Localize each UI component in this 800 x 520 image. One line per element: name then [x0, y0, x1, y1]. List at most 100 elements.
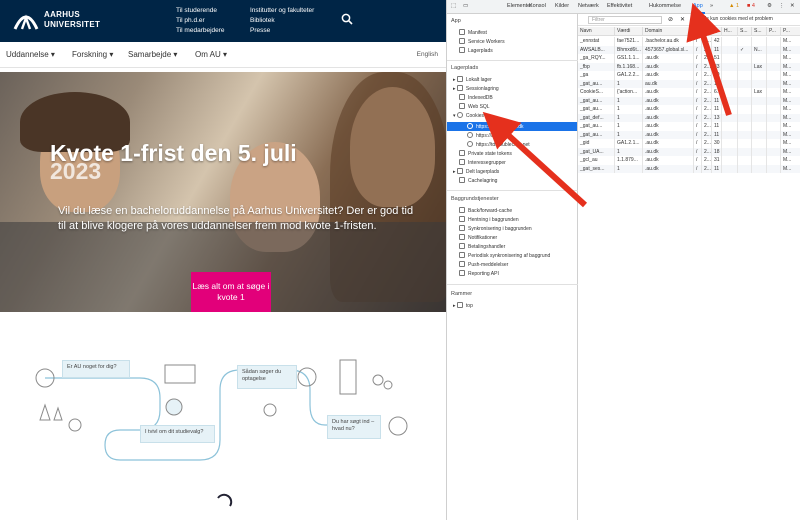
column-header[interactable]: H... [722, 27, 738, 36]
column-header[interactable]: P... [767, 27, 781, 36]
flow-box[interactable]: I tvivl om dit studievalg? [140, 425, 215, 443]
column-header[interactable]: S... [752, 27, 767, 36]
sidebar-item-notifications[interactable]: Notifikationer [459, 234, 497, 242]
sidebar-item-periodic-sync[interactable]: Periodisk synkronisering af baggrund [459, 252, 550, 260]
sidebar-item-lokalt-lager[interactable]: ▸ Lokalt lager [453, 76, 492, 84]
sidebar-item-label: Private state tokens [468, 151, 512, 157]
sidebar-item-reporting-api[interactable]: Reporting API [459, 270, 499, 278]
sidebar-item-delt-lagerplads[interactable]: ▸ Delt lagerplads [453, 168, 499, 176]
table-cell [752, 139, 767, 148]
table-cell [738, 139, 752, 148]
inspect-icon[interactable]: ⬚ [451, 3, 456, 9]
header-link[interactable]: Institutter og fakulteter [250, 6, 314, 16]
search-icon[interactable] [341, 13, 353, 25]
flow-box[interactable]: Sådan søger du optagelse [237, 365, 297, 389]
column-header[interactable]: S... [738, 27, 752, 36]
table-row[interactable]: _gat_UA... 1 .au.dk/2... 18 M... [578, 147, 800, 156]
sidebar-item-label: Sessionlagring [465, 86, 499, 92]
table-cell: .au.dk [643, 139, 694, 148]
sidebar-item-private-state-tokens[interactable]: Private state tokens [459, 150, 512, 158]
table-row[interactable]: CookieS... {'action... .au.dk/2... 6... Lax M… [578, 88, 800, 97]
sidebar-item-interessegrupper[interactable]: Interessegrupper [459, 159, 506, 167]
sidebar-item-bfcache[interactable]: Back/forward-cache [459, 207, 512, 215]
table-row[interactable]: _gat_au... 1 .au.dk/2... 11 M... [578, 122, 800, 131]
header-link[interactable]: Til ph.d.er [176, 16, 225, 26]
nav-om-au[interactable]: Om AU ▾ [195, 50, 227, 59]
cookie-origin-au[interactable]: https://au.dk [467, 132, 503, 140]
column-header[interactable]: E... [702, 27, 712, 36]
header-link[interactable]: Til studerende [176, 6, 225, 16]
au-wordmark[interactable]: AARHUS UNIVERSITET [44, 10, 100, 30]
sidebar-item-websql[interactable]: Web SQL [459, 103, 490, 111]
sidebar-item-push-messages[interactable]: Push-meddelelser [459, 261, 508, 269]
table-row[interactable]: _fbp fb.1.168... .au.dk/2... 33 Lax M... [578, 62, 800, 71]
sidebar-item-cachelagring[interactable]: Cachelagring [459, 177, 497, 185]
table-row[interactable]: _gat_au... 1 .au.dk/2... 11 M... [578, 130, 800, 139]
header-link[interactable]: Presse [250, 26, 314, 36]
table-row[interactable]: _gat_au... 1 .au.dk/2... 11 M... [578, 105, 800, 114]
table-cell: N... [752, 45, 767, 54]
sidebar-item-service-workers[interactable]: Service Workers [459, 38, 505, 46]
close-icon[interactable]: ✕ [790, 3, 795, 9]
column-header[interactable]: S... [712, 27, 722, 36]
table-cell: 11 [712, 45, 722, 54]
column-header[interactable]: P... [781, 27, 800, 36]
table-cell: / [694, 164, 702, 173]
cookie-origin-doubleclick[interactable]: https://td.doubleclick.net [467, 141, 530, 149]
nav-forskning[interactable]: Forskning ▾ [72, 50, 113, 59]
filter-input[interactable]: Filtrer [588, 16, 662, 24]
only-problem-cookies-checkbox[interactable] [694, 17, 700, 23]
sidebar-item-payment-handler[interactable]: Betalingshandler [459, 243, 505, 251]
table-row[interactable]: _gat_au... 1 .au.dk/2... 11 M... [578, 96, 800, 105]
tab-hukommelse[interactable]: Hukommelse [649, 3, 681, 9]
table-cell [738, 54, 752, 63]
table-row[interactable]: _gat_ses... 1 .au.dk/2... 11 M... [578, 164, 800, 173]
cookie-origin-bachelor[interactable]: https://bachelor.au.dk [467, 122, 524, 131]
sidebar-item-indexeddb[interactable]: IndexedDB [459, 94, 493, 102]
flow-box[interactable]: Du har søgt ind – hvad nu? [327, 415, 381, 439]
tab-app[interactable]: App [691, 3, 705, 14]
table-row[interactable]: _gcl_au 1.1.879... .au.dk/2... 31 M... [578, 156, 800, 165]
sidebar-item-label: Hentning i baggrunden [468, 217, 519, 223]
column-header[interactable]: P [694, 27, 702, 36]
tab-effektivitet[interactable]: Effektivitet [607, 3, 632, 9]
table-cell [767, 37, 781, 46]
table-row[interactable]: _gat_au... 1 au.dk/2... 11 M... [578, 79, 800, 88]
column-header[interactable]: Domain [643, 27, 694, 36]
column-header[interactable]: Værdi [615, 27, 643, 36]
warning-icon[interactable]: ▲ 1 [729, 3, 739, 9]
hero-cta-button[interactable]: Læs alt om at søge i kvote 1 [191, 272, 271, 312]
nav-uddannelse[interactable]: Uddannelse ▾ [6, 50, 55, 59]
more-tabs-icon[interactable]: » [710, 3, 713, 9]
error-icon[interactable]: ■ 4 [747, 3, 755, 9]
au-logo-icon[interactable] [12, 9, 40, 33]
table-row[interactable]: _gid GA1.2.1... .au.dk/2... 30 M... [578, 139, 800, 148]
tab-netvaerk[interactable]: Netværk [578, 3, 599, 9]
clear-all-icon[interactable]: ⊘ [668, 16, 673, 23]
sidebar-item-background-fetch[interactable]: Hentning i baggrunden [459, 216, 519, 224]
menu-dots-icon[interactable]: ⋮ [779, 3, 785, 9]
sidebar-item-sessionlagring[interactable]: ▸ Sessionlagring [453, 85, 499, 93]
flow-box[interactable]: Er AU noget for dig? [62, 360, 130, 378]
table-row[interactable]: _ga GA1.2.2... .au.dk/2... 29 M... [578, 71, 800, 80]
delete-selected-icon[interactable]: ✕ [680, 16, 685, 23]
sidebar-item-frame-top[interactable]: ▸ top [453, 302, 473, 310]
table-row[interactable]: _ga_RQY... GS1.1.1... .au.dk/2... 51 M... [578, 54, 800, 63]
table-row[interactable]: AWSALB... Bhmxd6t... 4573657.global.sl... /… [578, 45, 800, 54]
device-toggle-icon[interactable]: ▭ [463, 3, 468, 9]
table-row[interactable]: _ennstat fae7521... .bachelor.au.dk/2... 42… [578, 37, 800, 46]
header-link[interactable]: Bibliotek [250, 16, 314, 26]
settings-icon[interactable]: ⚙ [767, 3, 772, 9]
column-header[interactable]: Navn [578, 27, 615, 36]
sidebar-item-label: Lokalt lager [465, 77, 492, 83]
sidebar-item-cookies[interactable]: ▾ Cookies [453, 112, 484, 120]
header-link[interactable]: Til medarbejdere [176, 26, 225, 36]
nav-samarbejde[interactable]: Samarbejde ▾ [128, 50, 177, 59]
tab-kilder[interactable]: Kilder [555, 3, 569, 9]
table-row[interactable]: _gat_def... 1 .au.dk/2... 13 M... [578, 113, 800, 122]
sidebar-item-lagerplads[interactable]: Lagerplads [459, 47, 493, 55]
tab-konsol[interactable]: Konsol [529, 3, 546, 9]
sidebar-item-background-sync[interactable]: Synkronisering i baggrunden [459, 225, 532, 233]
language-switch[interactable]: English [417, 51, 438, 58]
sidebar-item-manifest[interactable]: Manifest [459, 29, 487, 37]
